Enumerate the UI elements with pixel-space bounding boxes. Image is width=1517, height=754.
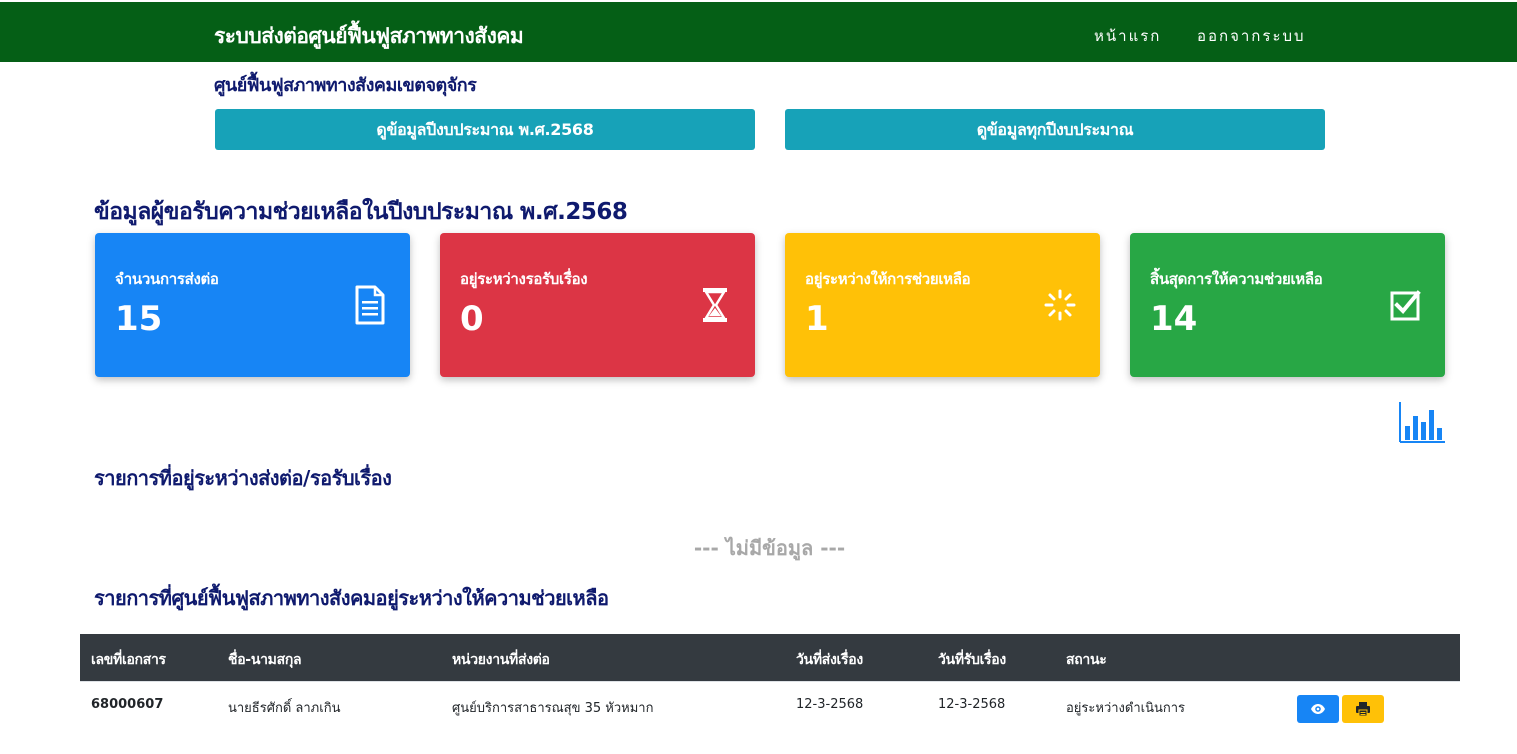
column-header: สถานะ: [1066, 652, 1107, 668]
stat-value: 15: [115, 299, 163, 339]
nav-home-link[interactable]: หน้าแรก: [1094, 24, 1161, 48]
sent-date-cell: 12-3-2568: [796, 697, 864, 712]
stat-value: 1: [805, 299, 829, 339]
app-brand[interactable]: ระบบส่งต่อศูนย์ฟื้นฟูสภาพทางสังคม: [214, 20, 524, 53]
view-current-year-button[interactable]: ดูข้อมูลปีงบประมาณ พ.ศ.2568: [215, 109, 755, 150]
stat-card-completed: สิ้นสุดการให้ความช่วยเหลือ 14: [1130, 233, 1445, 377]
section-title: ข้อมูลผู้ขอรับความช่วยเหลือในปีงบประมาณ …: [94, 199, 628, 225]
view-button[interactable]: [1297, 695, 1339, 723]
pending-section-title: รายการที่อยู่ระหว่างส่งต่อ/รอรับเรื่อง: [94, 466, 392, 490]
status-cell: อยู่ระหว่างดำเนินการ: [1066, 701, 1186, 716]
table-header: เลขที่เอกสาร ชื่อ-นามสกุล หน่วยงานที่ส่ง…: [80, 634, 1460, 681]
document-icon: [355, 285, 385, 325]
stat-card-in-progress: อยู่ระหว่างให้การช่วยเหลือ 1: [785, 233, 1100, 377]
doc-number-cell: 68000607: [91, 697, 164, 712]
received-date-cell: 12-3-2568: [938, 697, 1006, 712]
top-navbar: ระบบส่งต่อศูนย์ฟื้นฟูสภาพทางสังคม หน้าแร…: [0, 2, 1517, 62]
stat-card-referrals: จำนวนการส่งต่อ 15: [95, 233, 410, 377]
check-square-icon: [1390, 290, 1421, 321]
stat-label: สิ้นสุดการให้ความช่วยเหลือ: [1150, 270, 1323, 288]
stat-label: จำนวนการส่งต่อ: [115, 270, 219, 288]
hourglass-icon: [703, 288, 727, 322]
agency-cell: ศูนย์บริการสาธารณสุข 35 หัวหมาก: [452, 701, 654, 716]
table-row: 68000607 นายธีรศักดิ์ ลาภเกิน ศูนย์บริกา…: [80, 681, 1460, 727]
printer-icon: [1356, 702, 1370, 717]
name-cell: นายธีรศักดิ์ ลาภเกิน: [228, 701, 341, 716]
stat-label: อยู่ระหว่างให้การช่วยเหลือ: [805, 270, 971, 288]
eye-icon: [1311, 704, 1325, 714]
view-all-years-button[interactable]: ดูข้อมูลทุกปีงบประมาณ: [785, 109, 1325, 150]
column-header: วันที่รับเรื่อง: [938, 652, 1006, 668]
bar-chart-icon[interactable]: [1399, 402, 1445, 444]
in-progress-section-title: รายการที่ศูนย์ฟื้นฟูสภาพทางสังคมอยู่ระหว…: [94, 586, 609, 610]
stat-value: 14: [1150, 299, 1198, 339]
column-header: ชื่อ-นามสกุล: [228, 652, 302, 668]
center-name: ศูนย์ฟื้นฟูสภาพทางสังคมเขตจตุจักร: [214, 75, 477, 96]
spinner-icon: [1044, 289, 1076, 321]
print-button[interactable]: [1342, 695, 1384, 723]
nav-logout-link[interactable]: ออกจากระบบ: [1197, 24, 1306, 48]
stat-card-waiting: อยู่ระหว่างรอรับเรื่อง 0: [440, 233, 755, 377]
stat-value: 0: [460, 299, 484, 339]
column-header: วันที่ส่งเรื่อง: [796, 652, 863, 668]
column-header: หน่วยงานที่ส่งต่อ: [452, 652, 550, 668]
no-data-text: --- ไม่มีข้อมูล ---: [693, 536, 846, 560]
stat-label: อยู่ระหว่างรอรับเรื่อง: [460, 270, 588, 288]
column-header: เลขที่เอกสาร: [91, 652, 166, 668]
